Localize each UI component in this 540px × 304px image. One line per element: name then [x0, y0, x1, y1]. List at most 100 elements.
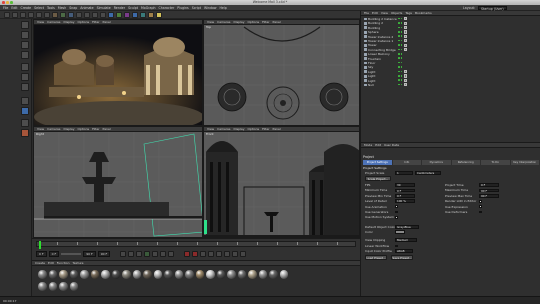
color-swatch[interactable] [395, 230, 405, 234]
om-menu-file[interactable]: File [364, 11, 369, 16]
rotate-icon[interactable] [44, 11, 50, 18]
object-name[interactable]: Building 2 [368, 21, 383, 25]
material-tag-icon[interactable] [404, 74, 408, 78]
material-swatch[interactable] [195, 270, 204, 279]
start-frame-field[interactable]: 0 F [48, 251, 60, 257]
vp-menu-view[interactable]: View [207, 20, 214, 25]
editor-visibility-dot[interactable] [398, 70, 400, 73]
scale-icon[interactable] [36, 11, 42, 18]
material-tag-icon[interactable] [404, 48, 408, 52]
attr-left-field[interactable]: 0 F [395, 194, 415, 198]
object-row[interactable]: Building 2 Instance [361, 17, 540, 21]
object-row[interactable]: Light [361, 74, 540, 78]
attr-right-checkbox[interactable] [479, 205, 482, 208]
editor-visibility-dot[interactable] [398, 61, 400, 64]
max-frame-field[interactable]: 90 F [97, 251, 111, 257]
vp-menu-view[interactable]: View [37, 127, 44, 132]
layout-select[interactable]: Startup (User) [478, 5, 507, 11]
object-row[interactable]: Light [361, 70, 540, 74]
vp-menu-view[interactable]: View [37, 20, 44, 25]
vp-menu-filter[interactable]: Filter [262, 20, 269, 25]
editor-visibility-dot[interactable] [398, 48, 400, 51]
render-to-picture-viewer-icon[interactable] [92, 11, 98, 18]
om-menu-view[interactable]: View [381, 11, 388, 16]
x-axis-icon[interactable] [52, 11, 58, 18]
object-name[interactable]: Fountain [368, 57, 381, 61]
material-tag-icon[interactable] [404, 26, 408, 30]
frame-ruler[interactable] [36, 241, 356, 249]
material-swatch[interactable] [164, 270, 173, 279]
object-row[interactable]: Floor [361, 61, 540, 65]
vp-menu-filter[interactable]: Filter [92, 127, 99, 132]
om-menu-edit[interactable]: Edit [372, 11, 378, 16]
material-tag-icon[interactable] [404, 39, 408, 43]
vp-menu-cameras[interactable]: Cameras [47, 127, 60, 132]
attr-menu-edit[interactable]: Edit [375, 143, 381, 148]
vp-menu-cameras[interactable]: Cameras [47, 20, 60, 25]
vp-menu-options[interactable]: Options [248, 20, 260, 25]
object-row[interactable]: Lower Balcony [361, 52, 540, 56]
render-visibility-dot[interactable] [400, 79, 403, 81]
object-name[interactable]: Floor [368, 61, 375, 65]
render-visibility-dot[interactable] [400, 66, 403, 68]
attr-left-field[interactable]: 30 [395, 183, 415, 187]
go-to-end-icon[interactable] [168, 251, 175, 257]
vp-menu-view[interactable]: View [207, 127, 214, 132]
material-swatch[interactable] [143, 270, 152, 279]
vp-menu-panel[interactable]: Panel [273, 127, 281, 132]
object-name[interactable]: Connecting Bridge [368, 48, 396, 52]
render-visibility-dot[interactable] [400, 48, 403, 51]
keyframe-selection-icon[interactable] [200, 251, 207, 257]
material-tag-icon[interactable] [404, 70, 408, 74]
parameter-key-icon[interactable] [232, 251, 239, 257]
editor-visibility-dot[interactable] [398, 26, 400, 29]
next-key-icon[interactable] [160, 251, 167, 257]
attr-right-field[interactable]: 0 F [479, 183, 499, 187]
object-name[interactable]: Sphere [368, 30, 379, 34]
save-preset-button[interactable]: Save Preset... [391, 255, 413, 260]
load-preset-button[interactable]: Load Preset... [365, 255, 387, 260]
material-tag-icon[interactable] [404, 17, 408, 21]
object-row[interactable]: Connecting Bridge [361, 48, 540, 52]
linear-workflow-checkbox[interactable] [395, 244, 398, 248]
render-visibility-dot[interactable] [400, 44, 403, 46]
scale-project-button[interactable]: Scale Project... [365, 176, 391, 181]
sculpt-icon[interactable] [21, 129, 29, 137]
object-row[interactable]: Fountain [361, 57, 540, 61]
editor-visibility-dot[interactable] [398, 39, 400, 42]
autokey-icon[interactable] [192, 251, 199, 257]
attr-left-field[interactable]: 100 % [395, 199, 415, 204]
render-visibility-dot[interactable] [400, 22, 403, 24]
mat-menu-texture[interactable]: Texture [73, 261, 84, 266]
material-swatch[interactable] [48, 270, 57, 279]
material-swatch[interactable] [111, 270, 120, 279]
render-visibility-dot[interactable] [400, 70, 403, 73]
material-swatch[interactable] [153, 270, 162, 279]
vp-menu-display[interactable]: Display [63, 20, 74, 25]
material-tag-icon[interactable] [404, 78, 408, 83]
top-viewport[interactable]: View Cameras Display Options Filter Panel Top [203, 19, 360, 126]
object-name[interactable]: Building 2 Instance [368, 17, 397, 21]
next-frame-icon[interactable] [152, 251, 159, 257]
view-clipping-select[interactable]: Medium [395, 238, 417, 242]
coordinate-system-icon[interactable] [76, 11, 82, 18]
right-viewport[interactable]: View Cameras Display Options Filter Panel Rig… [33, 126, 203, 238]
material-swatch[interactable] [248, 270, 257, 279]
object-row[interactable]: Building [361, 26, 540, 30]
tweak-mode-icon[interactable] [21, 107, 29, 115]
material-swatch[interactable] [48, 282, 57, 291]
texture-mode-icon[interactable] [21, 41, 29, 49]
go-to-start-icon[interactable] [120, 251, 127, 257]
render-visibility-dot[interactable] [400, 57, 403, 59]
material-swatch[interactable] [122, 270, 131, 279]
object-name[interactable]: Tower Instance 1 [368, 39, 393, 43]
tab-info[interactable]: Info [392, 160, 421, 165]
vp-menu-display[interactable]: Display [233, 127, 244, 132]
tab-referencing[interactable]: Referencing [451, 160, 480, 165]
vp-menu-filter[interactable]: Filter [262, 127, 269, 132]
editor-visibility-dot[interactable] [398, 83, 400, 86]
array-icon[interactable] [140, 11, 146, 18]
editor-visibility-dot[interactable] [398, 79, 400, 81]
snapping-icon[interactable] [21, 119, 29, 127]
material-swatch[interactable] [132, 270, 141, 279]
